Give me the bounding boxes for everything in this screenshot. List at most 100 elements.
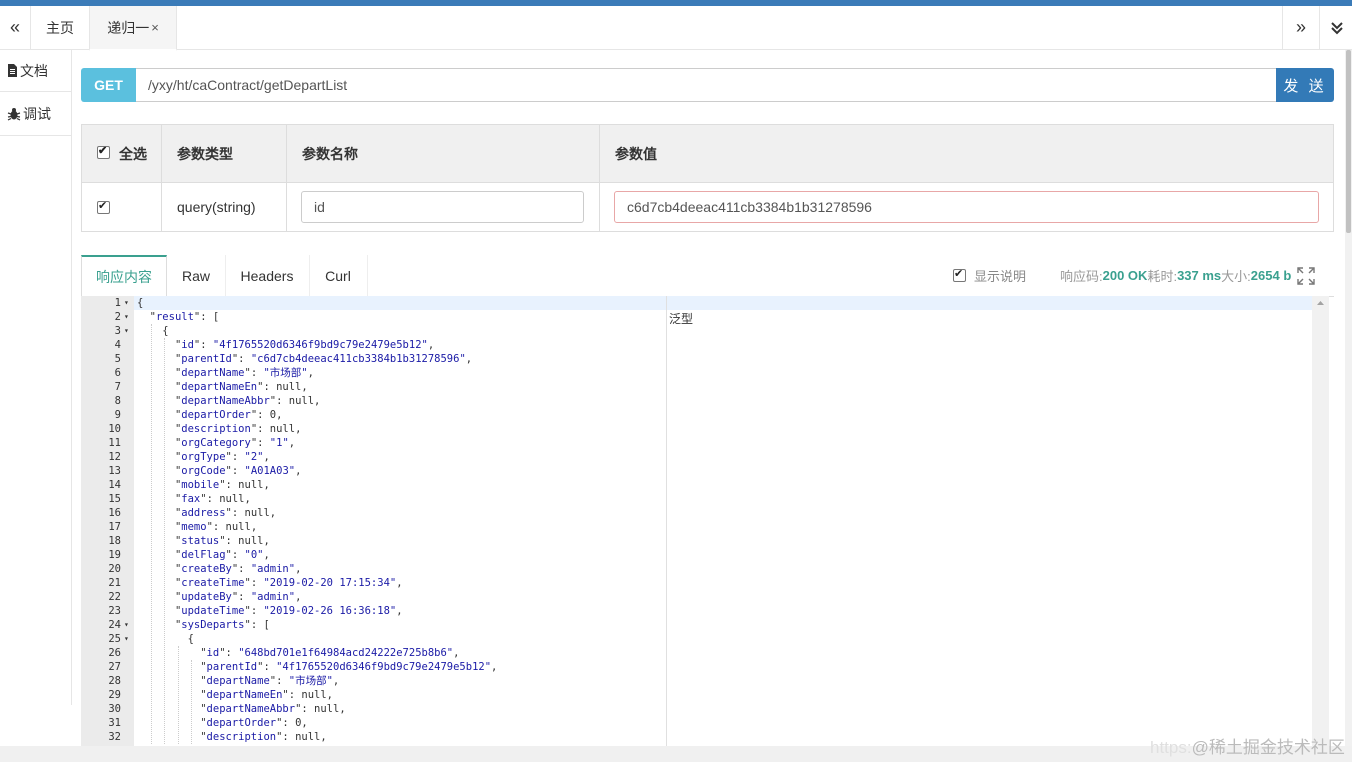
code-text: {	[137, 297, 144, 309]
line-number: 4	[114, 339, 121, 351]
line-number: 24	[108, 619, 121, 631]
line-number: 10	[108, 423, 121, 435]
document-icon	[8, 64, 17, 77]
page-scrollbar[interactable]	[1345, 50, 1352, 750]
line-number: 1	[114, 297, 121, 309]
code-line: 14 "mobile": null,	[81, 478, 1329, 492]
code-text: "description": null,	[200, 731, 327, 743]
page-scrollbar-thumb[interactable]	[1346, 50, 1351, 233]
response-tabs: 响应内容 Raw Headers Curl 显示说明 响应码: 200 OK 耗…	[81, 255, 1334, 297]
header-param-name: 参数名称	[302, 145, 358, 162]
tab-active[interactable]: 递归一 ×	[89, 6, 177, 51]
sidebar-item-docs[interactable]: 文档	[0, 50, 71, 92]
code-text: "orgCategory": "1",	[174, 437, 296, 449]
line-number: 23	[108, 605, 121, 617]
fold-arrow-icon[interactable]: ▾	[124, 632, 129, 646]
fold-arrow-icon[interactable]: ▾	[124, 296, 129, 310]
method-badge[interactable]: GET	[81, 68, 136, 102]
tab-home[interactable]: 主页	[31, 6, 89, 49]
code-text: "departNameEn": null,	[174, 381, 308, 393]
code-text: "address": null,	[174, 507, 277, 519]
bug-icon	[7, 108, 21, 121]
line-number: 13	[108, 465, 121, 477]
code-text: "updateTime": "2019-02-26 16:36:18",	[174, 605, 403, 617]
header-param-type: 参数类型	[177, 145, 233, 162]
code-text: "mobile": null,	[174, 479, 270, 491]
code-text: "createBy": "admin",	[174, 563, 302, 575]
code-line: 26 "id": "648bd701e1f64984acd24222e725b8…	[81, 646, 1329, 660]
tab-raw[interactable]: Raw	[167, 255, 226, 296]
code-line: 4 "id": "4f1765520d6346f9bd9c79e2479e5b1…	[81, 338, 1329, 352]
line-number: 14	[108, 479, 121, 491]
code-text: "orgType": "2",	[174, 451, 270, 463]
code-line: 8 "departNameAbbr": null,	[81, 394, 1329, 408]
code-line: 9 "departOrder": 0,	[81, 408, 1329, 422]
tab-response-content[interactable]: 响应内容	[81, 255, 167, 296]
code-text: "id": "4f1765520d6346f9bd9c79e2479e5b12"…	[174, 339, 435, 351]
scroll-tabs-right-button[interactable]: »	[1282, 6, 1319, 49]
line-number: 15	[108, 493, 121, 505]
fullscreen-button[interactable]	[1297, 255, 1315, 296]
show-description-toggle[interactable]: 显示说明	[953, 255, 1026, 296]
line-number: 11	[108, 437, 121, 449]
sidebar-item-label: 调试	[23, 106, 51, 122]
fold-arrow-icon[interactable]: ▾	[124, 324, 129, 338]
request-bar: GET /yxy/ht/caContract/getDepartList 发 送	[81, 68, 1334, 102]
response-code-editor[interactable]: 泛型 1 ▾{2 ▾ "result": [3 ▾ {4 "id": "4f17655…	[81, 296, 1329, 746]
line-number: 20	[108, 563, 121, 575]
close-icon[interactable]: ×	[151, 20, 159, 35]
sidebar-item-debug[interactable]: 调试	[0, 93, 71, 136]
line-number: 30	[108, 703, 121, 715]
sidebar: 文档 调试	[0, 50, 72, 705]
code-line: 32 "description": null,	[81, 730, 1329, 744]
code-line: 13 "orgCode": "A01A03",	[81, 464, 1329, 478]
fold-arrow-icon[interactable]: ▾	[124, 618, 129, 632]
code-line: 10 "description": null,	[81, 422, 1329, 436]
param-name-input[interactable]: id	[301, 191, 584, 223]
param-row-checkbox[interactable]	[97, 199, 110, 214]
code-text: "orgCode": "A01A03",	[174, 465, 302, 477]
response-time: 337 ms	[1177, 268, 1222, 283]
tab-menu-button[interactable]	[1319, 6, 1352, 49]
line-number: 27	[108, 661, 121, 673]
code-text: "id": "648bd701e1f64984acd24222e725b8b6"…	[200, 647, 460, 659]
code-line: 18 "status": null,	[81, 534, 1329, 548]
code-line: 25 ▾ {	[81, 632, 1329, 646]
code-text: "createTime": "2019-02-20 17:15:34",	[174, 577, 403, 589]
line-number: 22	[108, 591, 121, 603]
select-all-header[interactable]: 全选	[97, 125, 147, 182]
tab-curl[interactable]: Curl	[309, 255, 368, 296]
editor-scrollbar[interactable]	[1312, 296, 1329, 746]
status-code: 200 OK	[1102, 268, 1148, 283]
url-input[interactable]: /yxy/ht/caContract/getDepartList	[136, 68, 1289, 102]
line-number: 18	[108, 535, 121, 547]
param-value-input[interactable]: c6d7cb4deeac411cb3384b1b31278596	[614, 191, 1319, 223]
code-text: "fax": null,	[174, 493, 251, 505]
tab-headers[interactable]: Headers	[225, 255, 310, 296]
params-table: 全选 参数类型 参数名称 参数值 query(string) id c6d7cb…	[81, 124, 1334, 232]
code-text: "parentId": "c6d7cb4deeac411cb3384b1b312…	[174, 353, 473, 365]
show-description-checkbox[interactable]	[953, 267, 966, 282]
indent-guide	[164, 338, 165, 744]
code-line: 3 ▾ {	[81, 324, 1329, 338]
response-meta: 响应码: 200 OK 耗时: 337 ms 大小: 2654 b	[1060, 268, 1292, 284]
param-row-checkbox-cell	[97, 182, 110, 232]
line-number: 28	[108, 675, 121, 687]
indent-guide	[191, 660, 192, 744]
line-number: 31	[108, 717, 121, 729]
code-line: 21 "createTime": "2019-02-20 17:15:34",	[81, 576, 1329, 590]
code-text: "departName": "市场部",	[200, 675, 340, 687]
scroll-tabs-left-button[interactable]: «	[0, 6, 31, 49]
double-chevron-down-icon	[1330, 21, 1343, 34]
indent-guide	[178, 646, 179, 744]
code-line: 24 ▾ "sysDeparts": [	[81, 618, 1329, 632]
code-line: 12 "orgType": "2",	[81, 450, 1329, 464]
select-all-checkbox[interactable]	[97, 144, 110, 159]
param-type-cell: query(string)	[177, 199, 256, 215]
line-number: 19	[108, 549, 121, 561]
line-number: 8	[114, 395, 121, 407]
code-line: 27 "parentId": "4f1765520d6346f9bd9c79e2…	[81, 660, 1329, 674]
fold-arrow-icon[interactable]: ▾	[124, 310, 129, 324]
line-number: 7	[114, 381, 121, 393]
send-button[interactable]: 发 送	[1276, 68, 1334, 102]
